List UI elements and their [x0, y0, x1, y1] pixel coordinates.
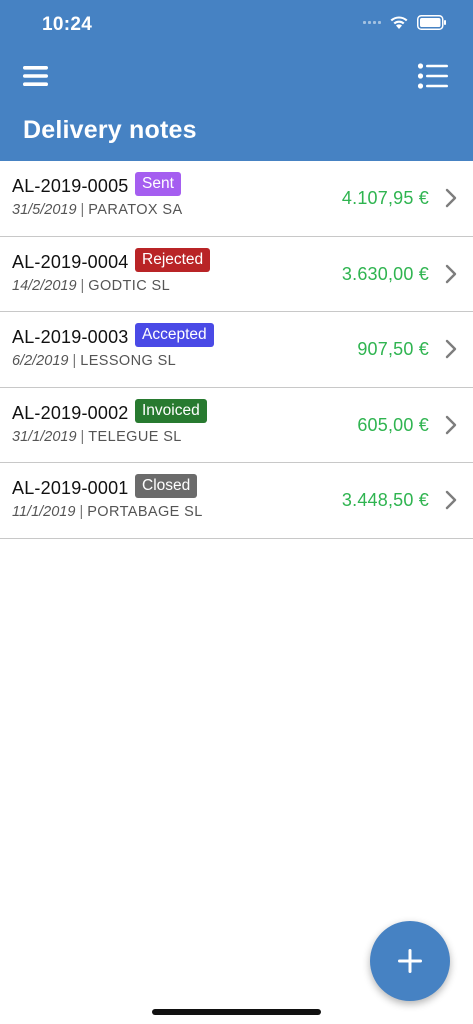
client-name: PARATOX SA [88, 202, 183, 218]
status-badge: Accepted [135, 323, 214, 347]
status-time: 10:24 [42, 14, 93, 35]
delivery-note-details: 31/5/2019 | PARATOX SA [12, 202, 183, 218]
chevron-right-icon [445, 339, 457, 359]
plus-icon [398, 949, 422, 973]
page-title: Delivery notes [23, 116, 197, 144]
delivery-note-amount: 3.630,00 € [341, 263, 429, 284]
delivery-note-amount: 3.448,50 € [341, 490, 429, 510]
delivery-note-code: AL-2019-0003 [12, 327, 129, 347]
client-name: PORTABAGE SL [87, 504, 203, 520]
client-name: GODTIC SL [88, 277, 171, 294]
delivery-note-date: 31/5/2019 [12, 202, 77, 218]
home-indicator[interactable] [152, 1009, 321, 1015]
delivery-note-date: 14/2/2019 [12, 277, 77, 294]
delivery-note-details: 31/1/2019 | TELEGUE SL [12, 429, 182, 445]
delivery-note-details: 6/2/2019 | LESSONG SL [12, 353, 176, 369]
delivery-note-amount: 4.107,95 € [341, 188, 429, 208]
delivery-note-details: 14/2/2019 | GODTIC SL [12, 278, 170, 294]
status-badge: Closed [135, 474, 198, 498]
list-options-icon [417, 63, 448, 89]
delivery-note-date: 11/1/2019 [12, 504, 76, 520]
separator: | [79, 504, 84, 520]
delivery-note-code: AL-2019-0004 [12, 251, 129, 272]
chevron-right-icon [445, 490, 457, 510]
chevron-right-icon [445, 415, 457, 434]
client-name: TELEGUE SL [88, 428, 182, 445]
delivery-note-date: 6/2/2019 [12, 353, 69, 369]
delivery-note-date: 31/1/2019 [12, 428, 77, 445]
separator: | [80, 202, 85, 218]
delivery-note-code: AL-2019-0001 [12, 478, 129, 498]
delivery-note-row[interactable]: AL-2019-0002 Invoiced 31/1/2019 | TELEGUE … [0, 388, 473, 463]
app-header: 10:24 Delivery notes [0, 0, 473, 161]
delivery-note-code: AL-2019-0005 [12, 176, 129, 196]
hamburger-menu-icon [23, 66, 48, 86]
list-options-button[interactable] [417, 62, 449, 90]
menu-button[interactable] [22, 64, 50, 88]
wifi-icon [390, 16, 408, 29]
separator: | [72, 353, 77, 369]
client-name: LESSONG SL [80, 353, 177, 369]
delivery-note-row[interactable]: AL-2019-0004 Rejected 14/2/2019 | GODTIC S… [0, 237, 473, 312]
separator: | [80, 277, 85, 294]
delivery-note-amount: 907,50 € [357, 339, 429, 359]
delivery-notes-list: AL-2019-0005 Sent 31/5/2019 | PARATOX SA 4… [0, 161, 473, 539]
status-badge: Invoiced [135, 398, 207, 423]
chevron-right-icon [445, 188, 457, 208]
chevron-right-icon [445, 264, 457, 283]
separator: | [80, 428, 85, 445]
battery-icon [417, 15, 446, 30]
cellular-signal-icon [363, 21, 381, 24]
delivery-note-details: 11/1/2019 | PORTABAGE SL [12, 504, 203, 520]
status-icons [363, 15, 447, 30]
status-badge: Sent [135, 172, 181, 196]
delivery-note-row[interactable]: AL-2019-0005 Sent 31/5/2019 | PARATOX SA 4… [0, 161, 473, 237]
delivery-note-row[interactable]: AL-2019-0001 Closed 11/1/2019 | PORTABAGE … [0, 463, 473, 539]
delivery-note-amount: 605,00 € [357, 414, 429, 435]
add-delivery-note-button[interactable] [370, 921, 450, 1001]
delivery-note-code: AL-2019-0002 [12, 402, 129, 423]
status-bar: 10:24 [0, 0, 473, 50]
status-badge: Rejected [135, 247, 211, 272]
delivery-note-row[interactable]: AL-2019-0003 Accepted 6/2/2019 | LESSONG S… [0, 312, 473, 388]
